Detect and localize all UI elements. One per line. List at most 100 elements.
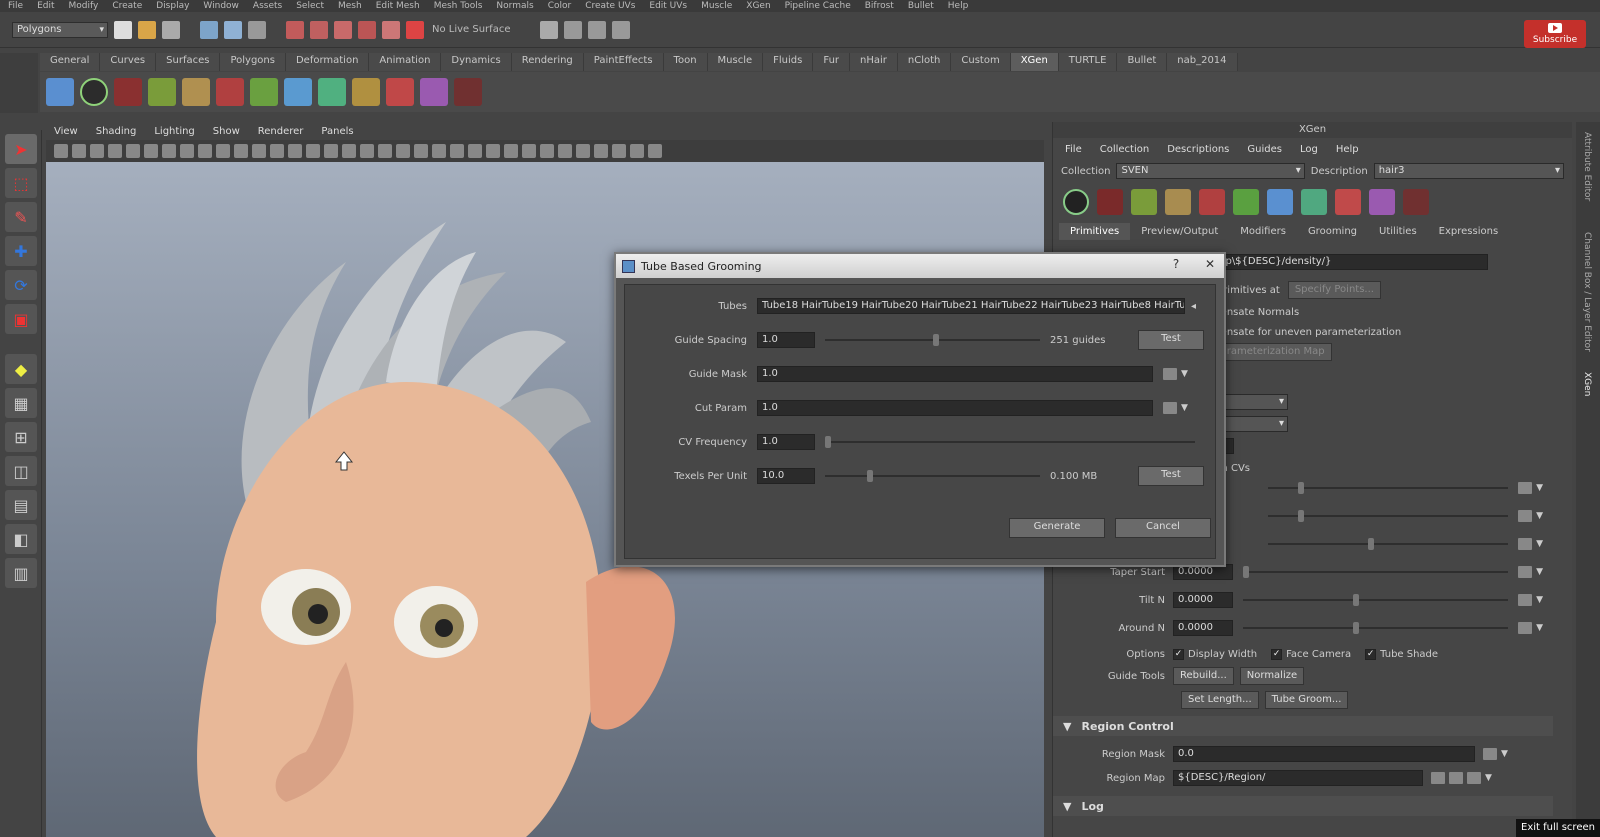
sculpt-guide-icon[interactable] — [284, 78, 312, 106]
viewport-tool-icon[interactable] — [612, 144, 626, 158]
map-icon[interactable] — [1518, 622, 1533, 634]
generate-button[interactable]: Generate — [1009, 518, 1105, 538]
menu-window[interactable]: Window — [203, 0, 239, 12]
shelf-tab-polygons[interactable]: Polygons — [220, 53, 286, 71]
map-icon[interactable] — [1518, 482, 1533, 494]
open-scene-icon[interactable] — [138, 20, 156, 39]
guide-length-icon[interactable] — [386, 78, 414, 106]
viewport-tool-icon[interactable] — [72, 144, 86, 158]
eye-preview-icon[interactable] — [80, 78, 108, 106]
viewport-tool-icon[interactable] — [504, 144, 518, 158]
taper-start-slider[interactable] — [1243, 566, 1509, 578]
cv-frequency-field[interactable]: 1.0 — [757, 434, 815, 450]
shelf-tab-surfaces[interactable]: Surfaces — [156, 53, 221, 71]
viewport-menu-renderer[interactable]: Renderer — [258, 126, 304, 137]
persp-outliner-icon[interactable]: ◧ — [5, 524, 37, 554]
menu-create-uvs[interactable]: Create UVs — [585, 0, 635, 12]
snap-curve-icon[interactable] — [310, 20, 328, 39]
shelf-tab-nhair[interactable]: nHair — [850, 53, 898, 71]
viewport-tool-icon[interactable] — [342, 144, 356, 158]
menu-modify[interactable]: Modify — [69, 0, 99, 12]
select-tool-icon[interactable]: ➤ — [5, 134, 37, 164]
menu-pipeline-cache[interactable]: Pipeline Cache — [785, 0, 851, 12]
viewport-tool-icon[interactable] — [558, 144, 572, 158]
viewport-tool-icon[interactable] — [540, 144, 554, 158]
cut-guides-icon[interactable] — [216, 78, 244, 106]
viewport-tool-icon[interactable] — [126, 144, 140, 158]
viewport-menu-show[interactable]: Show — [213, 126, 240, 137]
viewport-tool-icon[interactable] — [306, 144, 320, 158]
description-dropdown[interactable]: hair3 — [1373, 163, 1564, 179]
menu-normals[interactable]: Normals — [496, 0, 533, 12]
shelf-tab-animation[interactable]: Animation — [369, 53, 442, 71]
viewport-tool-icon[interactable] — [198, 144, 212, 158]
exit-fullscreen-button[interactable]: Exit full screen — [1516, 819, 1600, 837]
grass-icon[interactable] — [148, 78, 176, 106]
cancel-button[interactable]: Cancel — [1115, 518, 1211, 538]
viewport-tool-icon[interactable] — [450, 144, 464, 158]
depth-slider[interactable] — [1268, 510, 1509, 522]
density-map-field[interactable]: nap\${DESC}/density/} — [1208, 254, 1488, 270]
texels-slider[interactable] — [825, 470, 1040, 482]
map-icon[interactable] — [1518, 566, 1533, 578]
select-object-icon[interactable] — [224, 20, 242, 39]
menu-bifrost[interactable]: Bifrost — [865, 0, 894, 12]
render-view-icon[interactable] — [540, 20, 559, 39]
preview-eye-icon[interactable] — [1063, 189, 1089, 215]
shelf-tab-toon[interactable]: Toon — [663, 53, 708, 71]
folder-icon[interactable] — [1467, 772, 1481, 784]
xgen-tab-utilities[interactable]: Utilities — [1368, 223, 1428, 240]
paint-icon[interactable] — [1369, 189, 1395, 215]
face-camera-checkbox[interactable]: ✓ Face Camera — [1271, 648, 1351, 660]
primitives-icon[interactable] — [1131, 189, 1157, 215]
viewport-tool-icon[interactable] — [288, 144, 302, 158]
shelf-tab-ncloth[interactable]: nCloth — [897, 53, 952, 71]
xgen-tab-modifiers[interactable]: Modifiers — [1229, 223, 1297, 240]
shelf-tab-curves[interactable]: Curves — [100, 53, 157, 71]
compensate-uneven-label[interactable]: npensate for uneven parameterization — [1208, 327, 1401, 338]
guide-spacing-slider[interactable] — [825, 334, 1040, 346]
viewport-tool-icon[interactable] — [270, 144, 284, 158]
menu-mesh[interactable]: Mesh — [338, 0, 362, 12]
last-tool-icon[interactable]: ◆ — [5, 354, 37, 384]
menu-edit-uvs[interactable]: Edit UVs — [649, 0, 687, 12]
viewport-tool-icon[interactable] — [90, 144, 104, 158]
viewport-tool-icon[interactable] — [576, 144, 590, 158]
specify-points-button[interactable]: Specify Points... — [1287, 281, 1381, 299]
shelf-tab-muscle[interactable]: Muscle — [707, 53, 764, 71]
viewport-tool-icon[interactable] — [108, 144, 122, 158]
map-icon[interactable] — [1163, 402, 1177, 414]
menu-edit[interactable]: Edit — [37, 0, 54, 12]
viewport-tool-icon[interactable] — [522, 144, 536, 158]
two-pane-icon[interactable]: ◫ — [5, 456, 37, 486]
scale-tool-icon[interactable]: ▣ — [5, 304, 37, 334]
set-length-button[interactable]: Set Length... — [1181, 691, 1259, 709]
display-width-checkbox[interactable]: ✓ Display Width — [1173, 648, 1257, 660]
xgen-menu-help[interactable]: Help — [1336, 144, 1359, 155]
xgen-menu-log[interactable]: Log — [1300, 144, 1318, 155]
width-slider[interactable] — [1268, 482, 1509, 494]
menu-create[interactable]: Create — [112, 0, 142, 12]
cv-frequency-slider[interactable] — [825, 436, 1195, 448]
save-scene-icon[interactable] — [162, 20, 180, 39]
around-n-slider[interactable] — [1243, 622, 1509, 634]
clear-icon[interactable] — [1097, 189, 1123, 215]
viewport-tool-icon[interactable] — [180, 144, 194, 158]
clear-preview-icon[interactable] — [114, 78, 142, 106]
tube-groom-button[interactable]: Tube Groom... — [1264, 691, 1349, 709]
convert-icon[interactable] — [1301, 189, 1327, 215]
menu-assets[interactable]: Assets — [253, 0, 282, 12]
viewport-tool-icon[interactable] — [234, 144, 248, 158]
menu-set-dropdown[interactable]: Polygons — [12, 21, 108, 38]
viewport-tool-icon[interactable] — [468, 144, 482, 158]
cut-param-field[interactable]: 1.0 — [757, 400, 1153, 416]
archive-icon[interactable] — [1165, 189, 1191, 215]
rebuild-button[interactable]: Rebuild... — [1173, 667, 1234, 685]
viewport-menu-shading[interactable]: Shading — [96, 126, 137, 137]
xgen-tab-expressions[interactable]: Expressions — [1428, 223, 1510, 240]
render-current-icon[interactable] — [564, 20, 583, 39]
xgen-tab-primitives[interactable]: Primitives — [1059, 223, 1131, 240]
around-n-field[interactable]: 0.0000 — [1173, 620, 1233, 636]
single-pane-icon[interactable]: ▦ — [5, 388, 37, 418]
region-control-header[interactable]: ▼ Region Control — [1053, 716, 1553, 736]
